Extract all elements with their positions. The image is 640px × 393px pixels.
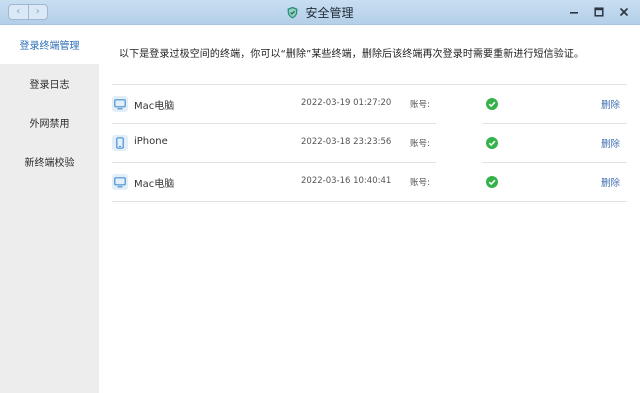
device-name: Mac电脑 — [134, 101, 175, 112]
sidebar-item-new-terminal-verification[interactable]: 新终端校验 — [0, 142, 99, 181]
window-title: 安全管理 — [305, 6, 354, 20]
chevron-right-icon: › — [35, 6, 40, 17]
login-time: 2022-03-16 10:40:41 — [301, 176, 392, 186]
nav-button-group: ‹ › — [8, 4, 48, 20]
account-label: 账号: — [410, 100, 430, 110]
login-time: 2022-03-19 01:27:20 — [301, 98, 392, 108]
account-label: 账号: — [410, 178, 430, 188]
chevron-left-icon: ‹ — [16, 6, 21, 17]
device-row: iPhone 2022-03-18 23:23:56 账号: 删除 — [112, 124, 627, 163]
sidebar-item-label: 登录终端管理 — [19, 41, 80, 52]
device-name: iPhone — [134, 136, 168, 147]
device-row: Mac电脑 2022-03-16 10:40:41 账号: 删除 — [112, 163, 627, 202]
check-circle-icon — [486, 98, 498, 110]
device-row: Mac电脑 2022-03-19 01:27:20 账号: 删除 — [112, 85, 627, 124]
row-divider — [112, 201, 627, 202]
minimize-button[interactable] — [568, 5, 580, 19]
minimize-icon — [570, 12, 578, 14]
forward-button[interactable]: › — [27, 5, 48, 19]
sidebar-item-label: 新终端校验 — [24, 158, 75, 169]
close-button[interactable] — [618, 5, 630, 19]
title-bar: ‹ › 安全管理 — [0, 0, 640, 25]
check-circle-icon — [486, 176, 498, 188]
delete-button[interactable]: 删除 — [601, 97, 620, 111]
login-time: 2022-03-18 23:23:56 — [301, 137, 392, 147]
sidebar-item-login-log[interactable]: 登录日志 — [0, 64, 99, 103]
main-panel: 以下是登录过极空间的终端，你可以“删除”某些终端，删除后该终端再次登录时需要重新… — [99, 25, 640, 393]
sidebar-item-external-network-ban[interactable]: 外网禁用 — [0, 103, 99, 142]
sidebar-item-label: 登录日志 — [29, 80, 70, 91]
sidebar-item-terminal-management[interactable]: 登录终端管理 — [0, 25, 99, 64]
window-controls — [568, 5, 630, 19]
account-label: 账号: — [410, 139, 430, 149]
notice-text: 以下是登录过极空间的终端，你可以“删除”某些终端，删除后该终端再次登录时需要重新… — [119, 49, 585, 60]
sidebar-item-label: 外网禁用 — [29, 119, 70, 130]
delete-button[interactable]: 删除 — [601, 136, 620, 150]
back-button[interactable]: ‹ — [9, 5, 28, 19]
device-name: Mac电脑 — [134, 179, 175, 190]
maximize-button[interactable] — [593, 5, 605, 19]
delete-button[interactable]: 删除 — [601, 175, 620, 189]
close-icon — [619, 7, 629, 17]
phone-icon — [112, 135, 128, 151]
check-circle-icon — [486, 137, 498, 149]
sidebar: 登录终端管理 登录日志 外网禁用 新终端校验 — [0, 25, 99, 393]
desktop-icon — [112, 96, 128, 112]
shield-icon — [287, 6, 298, 19]
maximize-icon — [594, 7, 604, 17]
desktop-icon — [112, 174, 128, 190]
